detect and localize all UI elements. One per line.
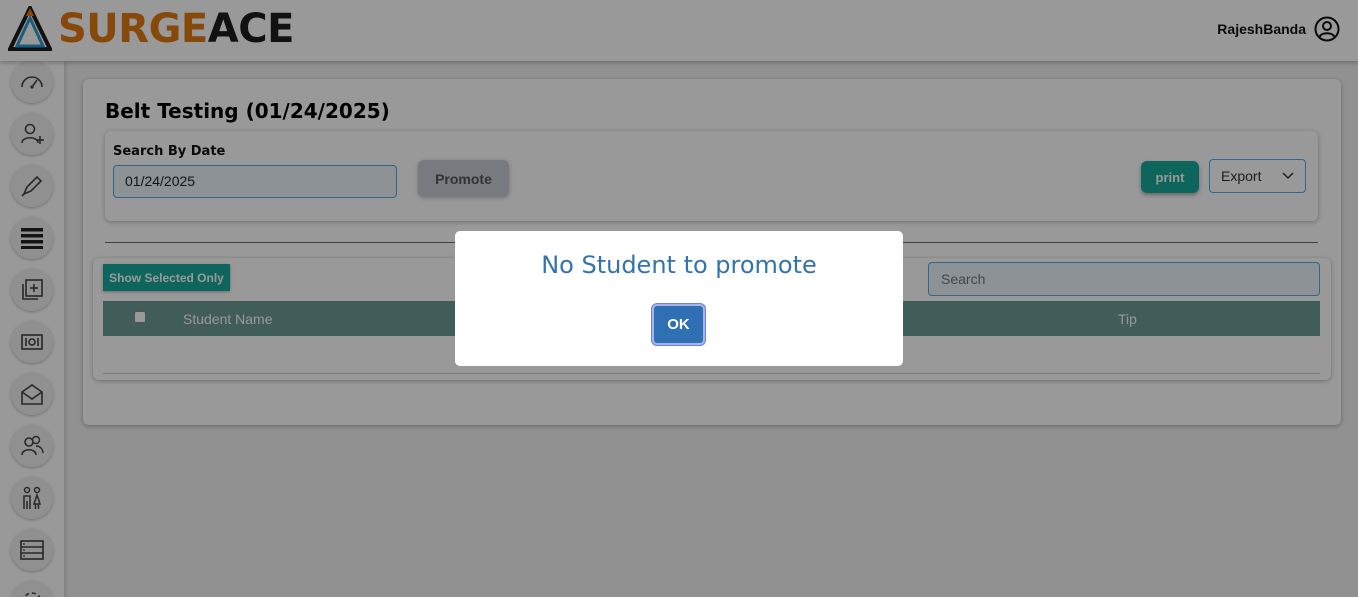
ok-button[interactable]: OK — [652, 304, 705, 345]
alert-dialog: No Student to promote OK — [455, 231, 903, 366]
dialog-message: No Student to promote — [541, 251, 817, 279]
